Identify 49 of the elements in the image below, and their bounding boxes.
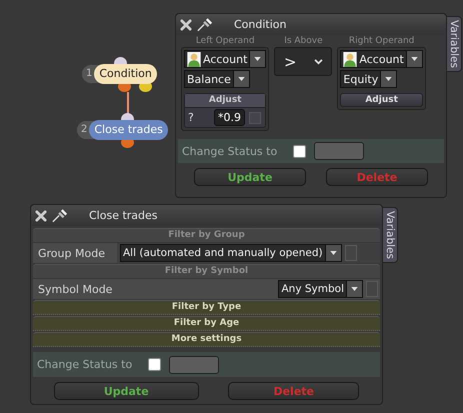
connector-line xyxy=(125,92,131,116)
caret-icon xyxy=(330,251,337,255)
side-tab[interactable]: Variables xyxy=(446,16,462,72)
person-icon xyxy=(187,52,201,66)
status-field[interactable] xyxy=(169,356,220,374)
adjust-button[interactable]: Adjust xyxy=(340,93,423,107)
side-tab[interactable]: Variables xyxy=(382,207,398,263)
operator-select[interactable]: > xyxy=(274,47,332,76)
close-icon[interactable] xyxy=(180,18,192,30)
window-title: Condition xyxy=(234,18,286,31)
dropdown[interactable]: Account xyxy=(184,50,266,68)
update-button[interactable]: Update xyxy=(194,168,306,186)
status-field[interactable] xyxy=(314,142,364,160)
adjust-header: Adjust xyxy=(185,94,266,108)
section-header[interactable]: Filter by Type xyxy=(33,300,380,315)
update-button[interactable]: Update xyxy=(54,382,199,400)
operand-label: Right Operand xyxy=(348,35,414,47)
section-header[interactable]: More settings xyxy=(33,332,380,347)
pin-icon[interactable] xyxy=(52,208,68,223)
node-label[interactable]: Condition xyxy=(94,64,157,84)
checkbox[interactable] xyxy=(148,358,162,371)
close-icon[interactable] xyxy=(35,210,47,222)
operand-label: Left Operand xyxy=(196,35,255,47)
toggle-box[interactable] xyxy=(249,112,261,124)
person-icon xyxy=(343,52,358,66)
checkbox[interactable] xyxy=(293,144,306,158)
dropdown[interactable]: Equity xyxy=(340,70,398,88)
field-label: Group Mode xyxy=(37,246,106,260)
dropdown[interactable]: Balance xyxy=(184,70,250,88)
operator-label: Is Above xyxy=(284,35,323,47)
dropdown[interactable]: All (automated and manually opened) xyxy=(120,244,342,262)
help-text: ? xyxy=(188,111,195,124)
caret-icon xyxy=(385,77,392,81)
caret-icon xyxy=(238,77,245,81)
window-title: Close trades xyxy=(89,209,158,222)
chevron-icon xyxy=(314,58,323,64)
toggle-box[interactable] xyxy=(344,245,357,261)
caret-icon xyxy=(351,287,358,291)
field-label: Symbol Mode xyxy=(37,282,114,296)
caret-icon xyxy=(254,57,262,61)
status-label: Change Status to xyxy=(182,144,278,158)
dropdown[interactable]: Any Symbol xyxy=(278,280,363,298)
node-label[interactable]: Close trades xyxy=(89,120,168,140)
section-header[interactable]: Filter by Age xyxy=(33,316,380,331)
adjust-field[interactable]: *0.9 xyxy=(214,109,245,126)
dropdown[interactable]: Account xyxy=(340,50,423,68)
caret-icon xyxy=(410,57,418,61)
pin-icon[interactable] xyxy=(197,17,213,32)
status-label: Change Status to xyxy=(37,358,132,371)
